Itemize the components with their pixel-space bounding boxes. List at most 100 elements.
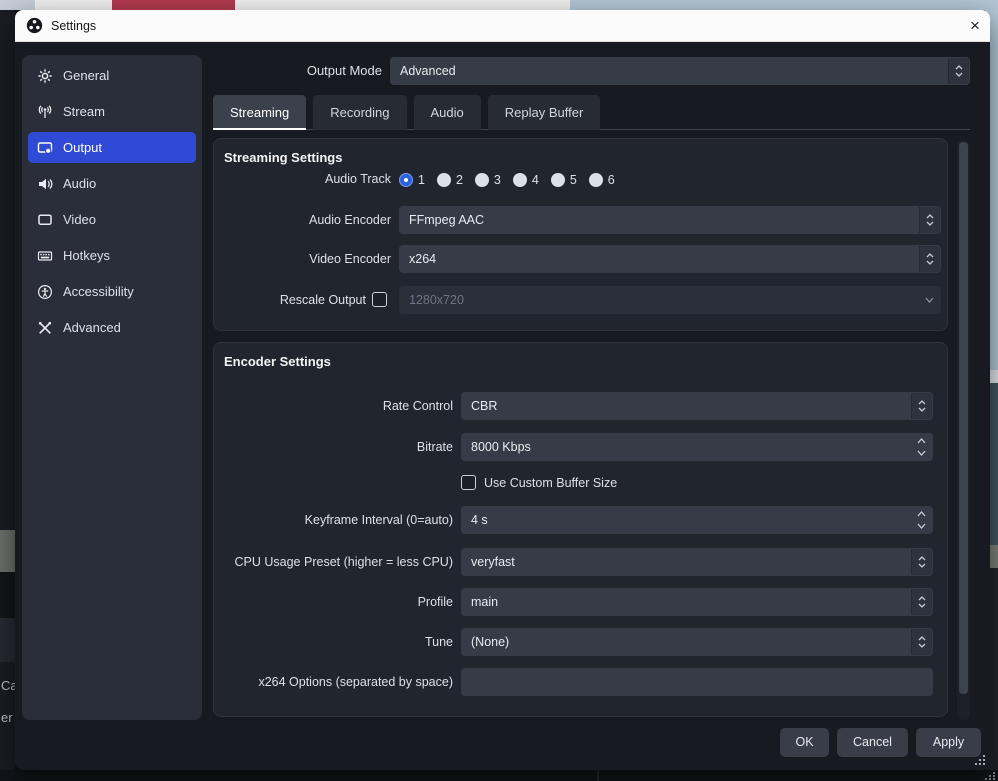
chevron-down-icon — [919, 287, 940, 313]
background-red-bar — [112, 0, 235, 10]
bitrate-spinbox[interactable]: 8000 Kbps — [461, 433, 933, 461]
profile-select[interactable]: main — [461, 588, 933, 616]
gear-icon — [37, 68, 53, 84]
radio-icon — [437, 173, 451, 187]
sidebar-item-accessibility[interactable]: Accessibility — [28, 276, 196, 307]
rescale-output-label: Rescale Output — [214, 286, 366, 314]
rate-control-select[interactable]: CBR — [461, 392, 933, 420]
chevron-updown-icon — [911, 549, 932, 575]
dialog-footer: OK Cancel Apply — [780, 728, 981, 757]
background-left-strip: Ca er — [0, 10, 15, 781]
cancel-button[interactable]: Cancel — [837, 728, 908, 757]
rate-control-label: Rate Control — [214, 392, 453, 420]
sidebar-item-video[interactable]: Video — [28, 204, 196, 235]
chevron-updown-icon — [948, 58, 969, 84]
tune-select[interactable]: (None) — [461, 628, 933, 656]
sidebar-item-advanced[interactable]: Advanced — [28, 312, 196, 343]
background-block — [0, 618, 15, 662]
radio-icon — [551, 173, 565, 187]
radio-icon — [589, 173, 603, 187]
monitor-icon — [37, 212, 53, 228]
sidebar-item-general[interactable]: General — [28, 60, 196, 91]
rate-control-value: CBR — [471, 392, 497, 420]
output-mode-value: Advanced — [400, 57, 456, 85]
tab-audio[interactable]: Audio — [414, 95, 481, 130]
background-window-edge — [0, 0, 35, 10]
obs-logo-icon — [26, 17, 43, 34]
background-block — [0, 530, 15, 572]
tune-label: Tune — [214, 628, 453, 656]
keyboard-icon — [37, 248, 53, 264]
output-mode-label: Output Mode — [307, 57, 382, 85]
video-encoder-value: x264 — [409, 245, 436, 273]
bitrate-value: 8000 Kbps — [471, 433, 531, 461]
chevron-updown-icon — [911, 393, 932, 419]
bitrate-label: Bitrate — [214, 433, 453, 461]
dialog-titlebar[interactable]: Settings × — [15, 10, 990, 42]
video-encoder-label: Video Encoder — [214, 245, 391, 273]
close-icon[interactable]: × — [960, 11, 990, 41]
window-resize-grip[interactable] — [985, 772, 995, 780]
dialog-body: General Stream Output — [15, 42, 990, 770]
sidebar-item-label: Accessibility — [63, 284, 134, 299]
background-text-fragment: er — [1, 710, 15, 725]
audio-encoder-select[interactable]: FFmpeg AAC — [399, 206, 941, 234]
background-desktop — [570, 0, 998, 10]
chevron-updown-icon — [911, 629, 932, 655]
audio-track-option-6[interactable]: 6 — [589, 173, 615, 187]
apply-button[interactable]: Apply — [916, 728, 981, 757]
rescale-resolution-select[interactable]: 1280x720 — [399, 286, 941, 314]
tab-streaming[interactable]: Streaming — [213, 95, 306, 130]
use-custom-buffer-size-checkbox[interactable] — [461, 475, 476, 490]
output-mode-select[interactable]: Advanced — [390, 57, 970, 85]
profile-label: Profile — [214, 588, 453, 616]
background-divider — [597, 770, 599, 781]
sidebar-item-output[interactable]: Output — [28, 132, 196, 163]
tools-icon — [37, 320, 53, 336]
audio-track-option-5[interactable]: 5 — [551, 173, 577, 187]
audio-track-radios: 1 2 3 4 5 — [399, 172, 615, 187]
chevron-updown-icon — [911, 589, 932, 615]
encoder-settings-card: Encoder Settings Rate Control CBR Bitrat… — [213, 342, 948, 717]
use-custom-buffer-size-label: Use Custom Buffer Size — [484, 475, 617, 491]
background-top-strip — [0, 0, 998, 10]
rescale-resolution-value: 1280x720 — [409, 286, 464, 314]
dialog-resize-grip[interactable] — [973, 753, 986, 766]
audio-track-option-1[interactable]: 1 — [399, 173, 425, 187]
radio-selected-icon — [399, 173, 413, 187]
tab-replay-buffer[interactable]: Replay Buffer — [488, 95, 601, 130]
audio-track-option-3[interactable]: 3 — [475, 173, 501, 187]
background-bottom-strip — [0, 770, 998, 781]
streaming-settings-title: Streaming Settings — [224, 150, 342, 165]
spinner-arrows-icon — [911, 434, 932, 460]
output-icon — [37, 140, 53, 156]
broadcast-icon — [37, 104, 53, 120]
audio-encoder-label: Audio Encoder — [214, 206, 391, 234]
rescale-output-checkbox[interactable] — [372, 292, 387, 307]
cpu-usage-preset-label: CPU Usage Preset (higher = less CPU) — [214, 548, 453, 576]
background-text-fragment: Ca — [1, 678, 15, 693]
content-scrollbar-thumb[interactable] — [959, 142, 968, 694]
keyframe-interval-spinbox[interactable]: 4 s — [461, 506, 933, 534]
audio-track-option-4[interactable]: 4 — [513, 173, 539, 187]
tune-value: (None) — [471, 628, 509, 656]
sidebar-item-label: General — [63, 68, 109, 83]
video-encoder-select[interactable]: x264 — [399, 245, 941, 273]
x264-options-input[interactable] — [461, 668, 933, 696]
content-scrollbar-track[interactable] — [957, 140, 970, 720]
sidebar-item-audio[interactable]: Audio — [28, 168, 196, 199]
streaming-settings-card: Streaming Settings Audio Track 1 2 3 4 — [213, 138, 948, 331]
audio-track-option-2[interactable]: 2 — [437, 173, 463, 187]
accessibility-icon — [37, 284, 53, 300]
sidebar-item-label: Video — [63, 212, 96, 227]
sidebar-item-label: Audio — [63, 176, 96, 191]
chevron-updown-icon — [919, 207, 940, 233]
tab-recording[interactable]: Recording — [313, 95, 406, 130]
sidebar-item-hotkeys[interactable]: Hotkeys — [28, 240, 196, 271]
cpu-usage-preset-select[interactable]: veryfast — [461, 548, 933, 576]
sidebar-item-stream[interactable]: Stream — [28, 96, 196, 127]
spinner-arrows-icon — [911, 507, 932, 533]
radio-icon — [513, 173, 527, 187]
ok-button[interactable]: OK — [780, 728, 829, 757]
chevron-updown-icon — [919, 246, 940, 272]
